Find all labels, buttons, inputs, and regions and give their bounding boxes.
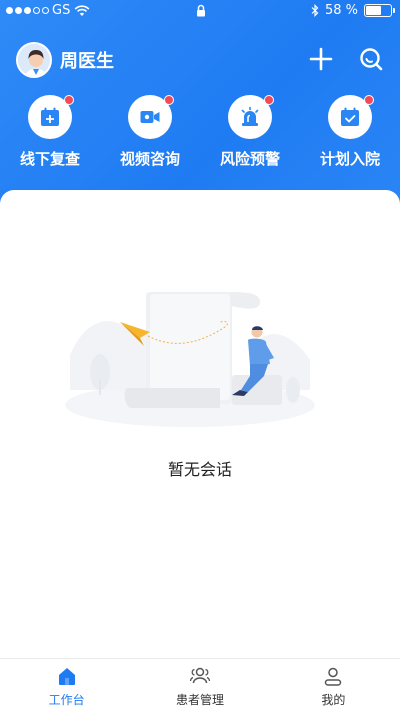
lock-icon bbox=[197, 4, 205, 17]
battery-percent: 58 % bbox=[324, 3, 358, 18]
tab-label: 我的 bbox=[321, 693, 346, 707]
quick-action-label: 视频咨询 bbox=[119, 150, 180, 168]
tab-profile[interactable]: 我的 bbox=[267, 659, 400, 711]
alarm-light-icon bbox=[241, 106, 259, 126]
tab-patient-management[interactable]: 患者管理 bbox=[133, 659, 266, 711]
doctor-name: 周医生 bbox=[60, 51, 114, 72]
quick-action-risk-alert[interactable]: 风险预警 bbox=[200, 95, 300, 169]
tab-label: 工作台 bbox=[48, 693, 85, 707]
doctor-avatar-icon bbox=[18, 44, 50, 76]
patients-icon bbox=[189, 667, 211, 684]
bluetooth-icon bbox=[311, 4, 319, 17]
calendar-check-icon bbox=[341, 107, 359, 126]
quick-action-icon-circle bbox=[328, 95, 374, 139]
home-icon bbox=[58, 668, 75, 685]
quick-action-icon-circle bbox=[128, 95, 174, 139]
profile-icon bbox=[325, 667, 342, 686]
quick-action-planned-admission[interactable]: 计划入院 bbox=[300, 95, 400, 169]
add-icon[interactable] bbox=[308, 46, 334, 72]
carrier-name: GS bbox=[52, 3, 71, 18]
bottom-tab-bar: 工作台 患者管理 我的 bbox=[0, 658, 400, 711]
avatar[interactable] bbox=[16, 42, 52, 78]
calendar-add-icon bbox=[41, 107, 59, 126]
search-icon[interactable] bbox=[358, 46, 384, 72]
status-bar: GS 58 % bbox=[0, 0, 400, 22]
empty-state-illustration bbox=[65, 292, 315, 427]
notification-dot bbox=[64, 95, 74, 105]
notification-dot bbox=[364, 95, 374, 105]
quick-action-label: 风险预警 bbox=[219, 150, 280, 168]
battery-icon bbox=[364, 4, 395, 17]
quick-actions: 线下复查 视频咨询 风险预警 计划入院 bbox=[0, 95, 400, 169]
quick-action-label: 计划入院 bbox=[319, 150, 380, 168]
quick-action-icon-circle bbox=[228, 95, 274, 139]
quick-action-offline-review[interactable]: 线下复查 bbox=[0, 95, 100, 169]
video-icon bbox=[140, 111, 160, 123]
notification-dot bbox=[264, 95, 274, 105]
signal-icon bbox=[6, 7, 49, 14]
notification-dot bbox=[164, 95, 174, 105]
empty-state-text: 暂无会话 bbox=[167, 460, 232, 479]
quick-action-icon-circle bbox=[28, 95, 74, 139]
quick-action-video-consult[interactable]: 视频咨询 bbox=[100, 95, 200, 169]
tab-label: 患者管理 bbox=[175, 693, 224, 707]
wifi-icon bbox=[74, 4, 90, 16]
quick-action-label: 线下复查 bbox=[19, 150, 80, 168]
tab-workbench[interactable]: 工作台 bbox=[0, 659, 133, 711]
app-header: 周医生 bbox=[16, 42, 384, 78]
